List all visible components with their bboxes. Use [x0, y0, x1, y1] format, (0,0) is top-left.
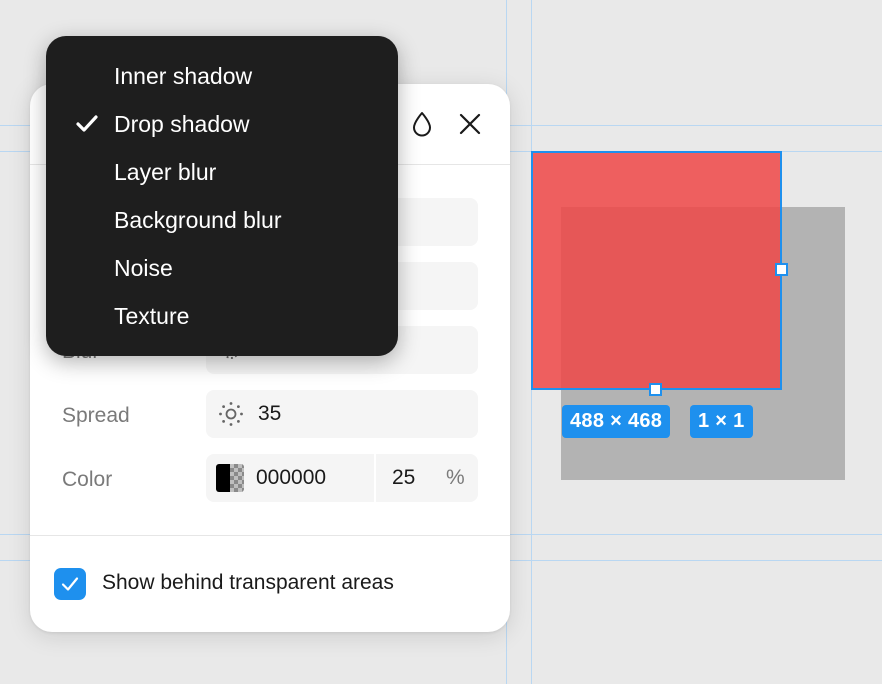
menu-item-drop-shadow[interactable]: Drop shadow — [46, 100, 398, 148]
checkmark-icon — [61, 577, 79, 591]
checkmark-icon — [76, 114, 98, 139]
show-behind-checkbox[interactable] — [54, 568, 86, 600]
color-swatch[interactable] — [216, 464, 244, 492]
selection-ratio-badge: 1 × 1 — [690, 405, 753, 438]
menu-item-texture[interactable]: Texture — [46, 292, 398, 340]
color-opacity-value[interactable]: 25 — [392, 466, 415, 490]
menu-item-background-blur[interactable]: Background blur — [46, 196, 398, 244]
menu-item-noise[interactable]: Noise — [46, 244, 398, 292]
color-opacity-unit: % — [446, 466, 465, 489]
spread-field[interactable]: 35 — [206, 390, 478, 438]
resize-handle-right[interactable] — [775, 263, 788, 276]
menu-item-layer-blur[interactable]: Layer blur — [46, 148, 398, 196]
selection-size-badge: 488 × 468 — [562, 405, 671, 438]
spread-value[interactable]: 35 — [258, 402, 281, 426]
spread-icon — [218, 401, 244, 432]
color-hex-value[interactable]: 000000 — [256, 466, 326, 490]
show-behind-label: Show behind transparent areas — [102, 571, 394, 594]
resize-handle-bottom[interactable] — [649, 383, 662, 396]
close-icon[interactable] — [454, 108, 486, 140]
effect-type-dropdown: Inner shadow Drop shadow Layer blur Back… — [46, 36, 398, 356]
menu-item-label: Drop shadow — [114, 111, 250, 137]
menu-item-label: Noise — [114, 255, 173, 281]
menu-item-label: Layer blur — [114, 159, 217, 185]
menu-item-label: Background blur — [114, 207, 282, 233]
menu-item-label: Inner shadow — [114, 63, 253, 89]
selected-layer[interactable] — [531, 151, 782, 390]
drop-icon[interactable] — [406, 108, 438, 140]
spread-label: Spread — [62, 404, 130, 427]
color-field-separator — [374, 454, 376, 502]
color-field[interactable]: 000000 25 % — [206, 454, 478, 502]
menu-item-label: Texture — [114, 303, 190, 329]
menu-item-inner-shadow[interactable]: Inner shadow — [46, 52, 398, 100]
color-label: Color — [62, 468, 113, 491]
panel-divider — [30, 535, 510, 536]
